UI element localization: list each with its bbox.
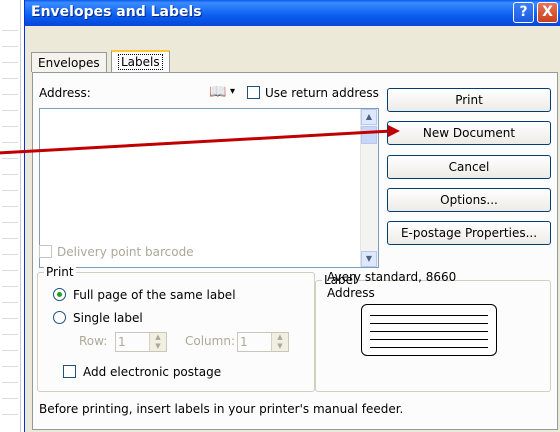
annotation-arrow-icon	[0, 125, 400, 155]
